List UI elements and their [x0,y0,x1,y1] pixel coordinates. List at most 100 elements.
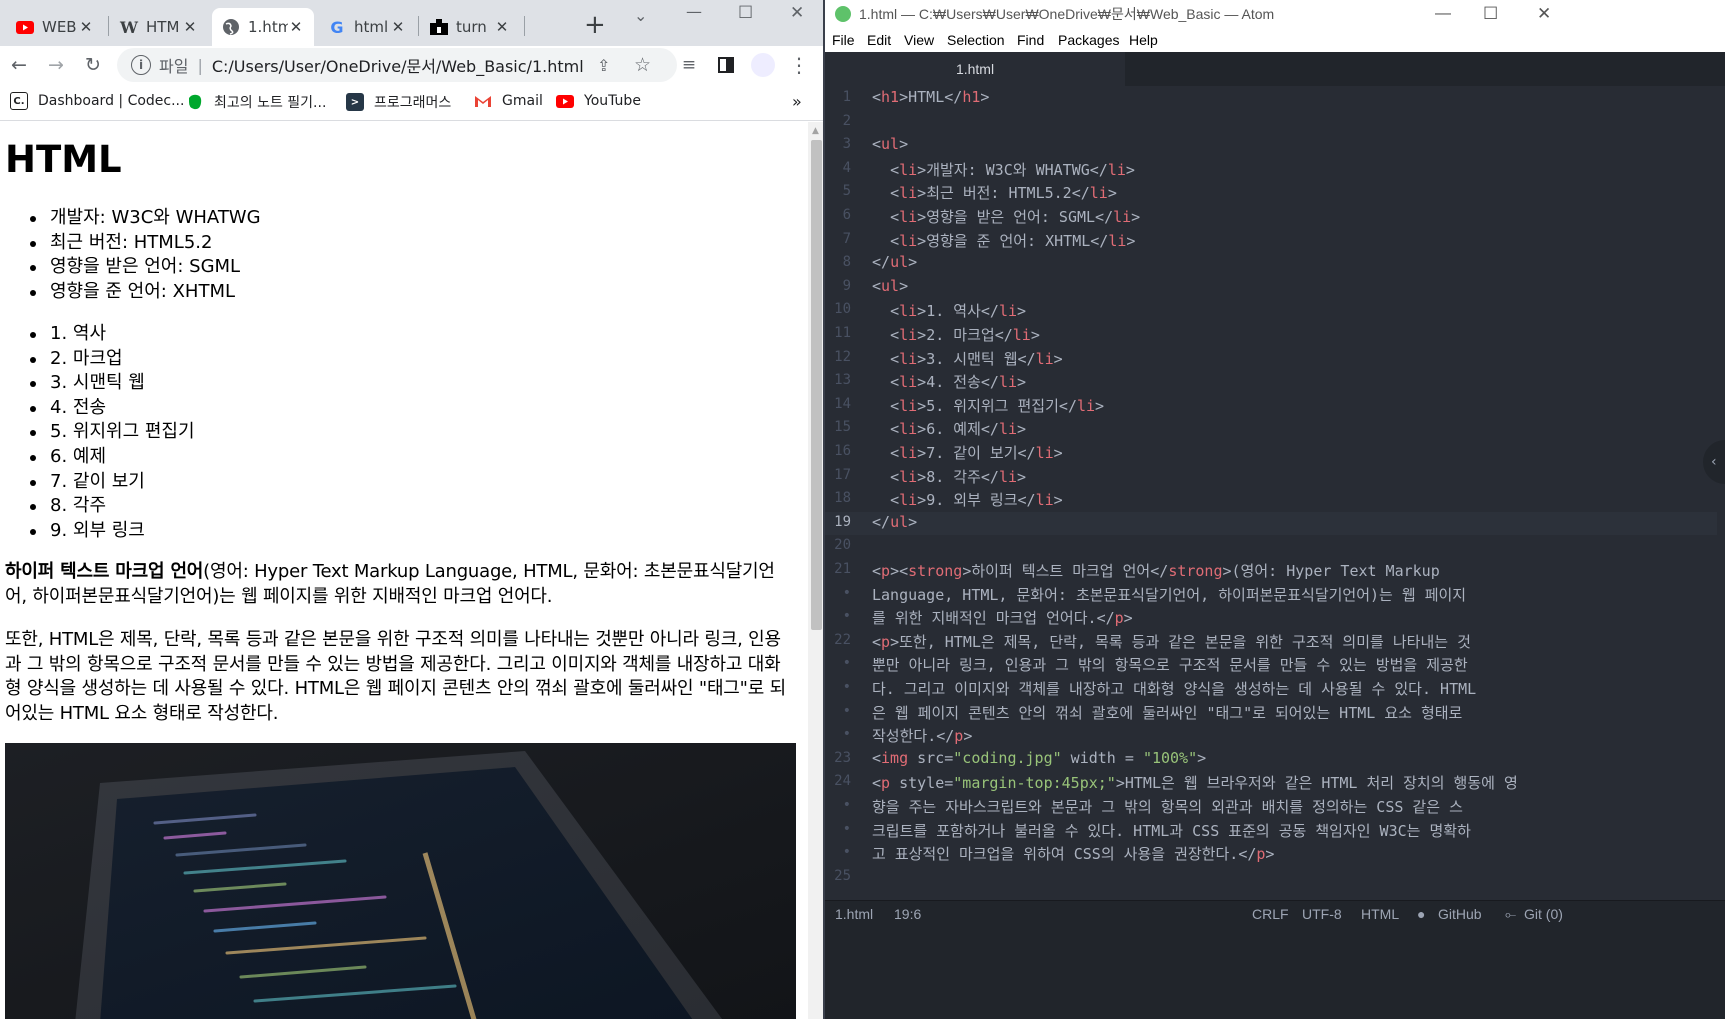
line-number[interactable]: 3 [825,136,851,152]
line-number[interactable]: 8 [825,254,851,270]
line-number[interactable]: • [825,655,851,671]
line-number[interactable]: 5 [825,183,851,199]
code-line[interactable]: <p><strong>하이퍼 텍스트 마크업 언어</strong>(영어: H… [872,560,1440,581]
scrollbar-thumb[interactable] [811,140,822,630]
tab-wikipedia[interactable]: W HTM ✕ [110,8,208,46]
code-line[interactable]: <li>2. 마크업</li> [872,324,1040,345]
line-number[interactable]: 22 [825,632,851,648]
code-line[interactable]: <li>개발자: W3C와 WHATWG</li> [872,159,1135,180]
line-number[interactable]: 12 [825,349,851,365]
code-line[interactable]: 은 웹 페이지 콘텐츠 안의 꺾쇠 괄호에 둘러싸인 "태그"로 되어있는 HT… [872,702,1462,723]
line-number[interactable]: 20 [825,537,851,553]
maximize-icon[interactable]: ☐ [1483,4,1498,24]
scroll-up-arrow-icon[interactable]: ▲ [812,126,819,136]
code-line[interactable]: <li>영향을 받은 언어: SGML</li> [872,206,1140,227]
line-number[interactable]: • [825,821,851,837]
status-github[interactable]: GitHub [1438,906,1482,922]
kebab-menu-icon[interactable]: ⋮ [786,52,812,78]
profile-avatar[interactable] [750,52,776,78]
reading-list-icon[interactable]: ≡ [676,52,702,78]
line-number[interactable]: 25 [825,868,851,884]
code-line[interactable]: <img src="coding.jpg" width = "100%"> [872,749,1206,767]
line-number[interactable]: 15 [825,419,851,435]
close-icon[interactable]: ✕ [288,18,304,36]
code-line[interactable]: <li>8. 각주</li> [872,466,1026,487]
code-line[interactable]: <li>6. 예제</li> [872,418,1026,439]
code-line[interactable]: <li>최근 버전: HTML5.2</li> [872,182,1117,203]
code-line[interactable]: </ul> [872,253,917,271]
line-number[interactable]: 24 [825,773,851,789]
bookmark-item[interactable]: Gmail [474,92,543,110]
line-number[interactable]: 14 [825,396,851,412]
code-line[interactable]: 작성한다.</p> [872,725,972,746]
code-line[interactable]: 고 표상적인 마크업을 위하여 CSS의 사용을 권장한다.</p> [872,843,1274,864]
code-line[interactable]: </ul> [872,513,917,531]
line-number[interactable]: 11 [825,325,851,341]
status-grammar[interactable]: HTML [1361,906,1399,922]
line-number[interactable]: 1 [825,89,851,105]
line-number[interactable]: • [825,585,851,601]
address-url[interactable]: C:/Users/User/OneDrive/문서/Web_Basic/1.ht… [212,53,584,77]
line-number[interactable]: 17 [825,467,851,483]
menu-file[interactable]: File [832,32,855,48]
line-number[interactable]: 2 [825,113,851,129]
back-arrow-icon[interactable]: ← [6,52,32,78]
menu-packages[interactable]: Packages [1058,32,1119,48]
tab-active-file[interactable]: 1.htm ✕ [212,8,314,46]
info-icon[interactable]: i [131,55,151,75]
status-cursor-position[interactable]: 19:6 [894,906,921,922]
menu-view[interactable]: View [904,32,934,48]
menu-edit[interactable]: Edit [867,32,891,48]
code-line[interactable]: <li>1. 역사</li> [872,300,1026,321]
reload-icon[interactable]: ↻ [80,52,106,78]
close-icon[interactable]: ✕ [390,18,406,36]
line-number[interactable]: 21 [825,561,851,577]
code-line[interactable]: <p style="margin-top:45px;">HTML은 웹 브라우저… [872,772,1518,793]
forward-arrow-icon[interactable]: → [43,52,69,78]
address-bar[interactable]: i 파일 | C:/Users/User/OneDrive/문서/Web_Bas… [117,48,677,82]
tab-search-chevron-icon[interactable]: ⌄ [634,6,647,25]
bookmark-star-icon[interactable]: ☆ [634,54,651,76]
code-line[interactable]: <ul> [872,135,908,153]
code-line[interactable]: 를 위한 지배적인 마크업 언어다.</p> [872,607,1133,628]
close-icon[interactable]: ✕ [182,18,198,36]
minimize-icon[interactable]: — [686,2,702,21]
line-number[interactable]: 10 [825,301,851,317]
menu-find[interactable]: Find [1017,32,1044,48]
code-line[interactable]: 뿐만 아니라 링크, 인용과 그 밖의 항목으로 구조적 문서를 만들 수 있는… [872,654,1468,675]
line-number[interactable]: 6 [825,207,851,223]
line-number[interactable]: • [825,703,851,719]
bookmark-item[interactable]: C. Dashboard | Codec... [10,92,184,110]
line-number[interactable]: 19 [825,514,851,530]
code-line[interactable]: <li>영향을 준 언어: XHTML</li> [872,230,1135,251]
code-line[interactable]: <li>3. 시맨틱 웹</li> [872,348,1063,369]
code-line[interactable]: 다. 그리고 이미지와 객체를 내장하고 대화형 양식을 생성하는 데 사용될 … [872,678,1476,699]
editor-scrollbar[interactable] [1717,86,1725,900]
new-tab-plus-icon[interactable]: + [584,10,606,40]
code-line[interactable]: <p>또한, HTML은 제목, 단락, 목록 등과 같은 본문을 위한 구조적… [872,631,1471,652]
close-icon[interactable]: ✕ [78,18,94,36]
share-icon[interactable]: ⇪ [597,56,610,75]
code-line[interactable]: 향을 주는 자바스크립트와 본문과 그 밖의 항목의 외관과 배치를 정의하는 … [872,796,1463,817]
code-line[interactable]: <li>9. 외부 링크</li> [872,489,1063,510]
status-line-ending[interactable]: CRLF [1252,906,1289,922]
line-number[interactable]: 13 [825,372,851,388]
bookmarks-more-button[interactable]: » [792,92,802,111]
window-close-icon[interactable]: ✕ [1537,4,1551,24]
tab-youtube-web[interactable]: WEB ✕ [6,8,104,46]
menu-help[interactable]: Help [1129,32,1158,48]
bookmark-item[interactable]: 최고의 노트 필기... [186,92,326,112]
line-number[interactable]: • [825,844,851,860]
status-encoding[interactable]: UTF-8 [1302,906,1342,922]
line-number[interactable]: 7 [825,231,851,247]
code-line[interactable]: <li>4. 전송</li> [872,371,1026,392]
code-line[interactable]: <h1>HTML</h1> [872,88,989,106]
line-number[interactable]: • [825,726,851,742]
code-line[interactable]: Language, HTML, 문화어: 초본문표식달기언어, 하이퍼본문표식달… [872,584,1466,605]
line-number[interactable]: 18 [825,490,851,506]
status-file-name[interactable]: 1.html [835,906,873,922]
bookmark-item[interactable]: > 프로그래머스 [346,92,451,112]
code-line[interactable]: <li>5. 위지위그 편집기</li> [872,395,1104,416]
tab-google[interactable]: G html ✕ [318,8,416,46]
line-number[interactable]: • [825,797,851,813]
